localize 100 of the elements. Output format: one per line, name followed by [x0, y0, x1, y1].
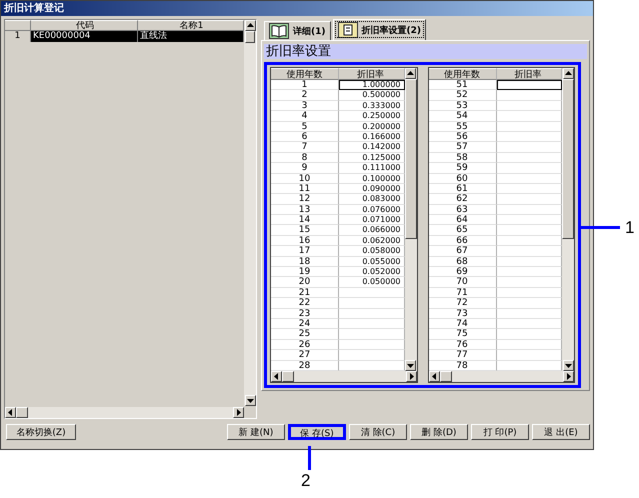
rate-cell[interactable]: 0.062000 — [339, 236, 404, 246]
rate-cell[interactable] — [339, 329, 404, 340]
rate-cell[interactable]: 0.066000 — [339, 225, 404, 236]
table-cell: 67 — [428, 246, 496, 257]
action-button[interactable]: 清 除(C) — [349, 424, 407, 440]
table-cell: 53 — [428, 100, 496, 112]
rate-cell[interactable]: 0.100000 — [339, 174, 404, 184]
rate-cell[interactable] — [496, 80, 562, 90]
rate-cell[interactable]: 0.052000 — [339, 267, 404, 278]
table-cell: 59 — [428, 163, 496, 174]
scrollbar-thumb[interactable] — [404, 79, 416, 239]
vertical-scrollbar[interactable] — [244, 20, 256, 406]
rate-cell[interactable]: 0.142000 — [339, 142, 404, 153]
table-cell: KE00000004 — [31, 31, 138, 42]
row-number: 1 — [5, 31, 31, 42]
table-cell: 25 — [271, 329, 339, 340]
table-cell: 75 — [428, 329, 496, 340]
table-cell: 56 — [428, 132, 496, 142]
rate-cell[interactable]: 0.333000 — [339, 100, 404, 112]
action-button[interactable]: 新 建(N) — [227, 424, 285, 440]
tab[interactable]: 详细(1) — [264, 21, 330, 40]
table-cell: 8 — [271, 152, 339, 164]
table-cell: 51 — [428, 80, 496, 90]
column-header[interactable]: 折旧率 — [496, 68, 562, 80]
table-cell: 24 — [271, 318, 339, 330]
section-heading: 折旧率设置 — [264, 44, 587, 59]
table-cell: 5 — [271, 122, 339, 132]
callout-number: 2 — [301, 471, 310, 491]
table-cell: 58 — [428, 152, 496, 164]
horizontal-scrollbar[interactable] — [428, 370, 574, 382]
table-cell: 12 — [271, 194, 339, 205]
column-header[interactable]: 名称1 — [138, 20, 244, 31]
table-cell: 16 — [271, 236, 339, 246]
rate-cell[interactable]: 0.500000 — [339, 90, 404, 101]
toggle-name-button[interactable]: 名称切换(Z) — [6, 424, 76, 440]
table-cell: 9 — [271, 163, 339, 174]
table-cell: 23 — [271, 308, 339, 319]
rate-cell[interactable]: 0.076000 — [339, 204, 404, 216]
vertical-scrollbar[interactable] — [404, 68, 416, 371]
table-cell: 14 — [271, 215, 339, 226]
rate-cell[interactable]: 0.050000 — [339, 277, 404, 288]
tab[interactable]: 折旧率设置(2) — [332, 19, 426, 40]
column-header[interactable]: 代码 — [31, 20, 138, 31]
scrollbar-thumb[interactable] — [245, 31, 255, 43]
horizontal-scrollbar[interactable] — [5, 407, 244, 418]
table-cell: 64 — [428, 215, 496, 226]
table-cell: 13 — [271, 204, 339, 216]
rate-cell[interactable]: 0.166000 — [339, 132, 404, 142]
scrollbar-thumb[interactable] — [562, 79, 574, 239]
horizontal-scrollbar[interactable] — [271, 370, 416, 382]
table-cell: 69 — [428, 267, 496, 278]
table-cell: 26 — [271, 340, 339, 350]
rate-cell[interactable]: 0.125000 — [339, 152, 404, 164]
table-cell: 54 — [428, 111, 496, 122]
table-cell: 4 — [271, 111, 339, 122]
table-cell: 18 — [271, 256, 339, 268]
scrollbar-thumb[interactable] — [282, 370, 294, 382]
rate-cell[interactable]: 0.090000 — [339, 184, 404, 194]
rate-cell[interactable]: 0.083000 — [339, 194, 404, 205]
rate-cell[interactable]: 0.111000 — [339, 163, 404, 174]
table-cell: 70 — [428, 277, 496, 288]
scrollbar-thumb[interactable] — [16, 407, 28, 418]
table-cell: 1 — [271, 80, 339, 90]
rate-cell[interactable] — [339, 298, 404, 309]
column-header[interactable]: 使用年数 — [271, 68, 339, 80]
action-button[interactable]: 删 除(D) — [410, 424, 468, 440]
rate-cell[interactable] — [339, 350, 404, 361]
rate-cell[interactable]: 0.071000 — [339, 215, 404, 226]
rate-cell[interactable] — [339, 340, 404, 350]
table-cell: 22 — [271, 298, 339, 309]
table-cell: 11 — [271, 184, 339, 194]
table-cell: 76 — [428, 340, 496, 350]
column-header[interactable]: 使用年数 — [428, 68, 496, 80]
table-cell: 65 — [428, 225, 496, 236]
rate-cell[interactable]: 0.250000 — [339, 111, 404, 122]
action-button[interactable]: 退 出(E) — [532, 424, 590, 440]
document-icon — [338, 22, 358, 38]
table-cell: 6 — [271, 132, 339, 142]
column-header[interactable]: 折旧率 — [339, 68, 404, 80]
rate-cell[interactable]: 1.000000 — [339, 80, 404, 90]
table-cell: 2 — [271, 90, 339, 101]
table-cell: 55 — [428, 122, 496, 132]
table-cell: 7 — [271, 142, 339, 153]
table-cell: 19 — [271, 267, 339, 278]
rate-cell[interactable]: 0.058000 — [339, 246, 404, 257]
rate-cell[interactable]: 0.200000 — [339, 122, 404, 132]
table-cell: 63 — [428, 204, 496, 216]
rate-cell[interactable]: 0.055000 — [339, 256, 404, 268]
table-cell: 15 — [271, 225, 339, 236]
table-cell: 20 — [271, 277, 339, 288]
vertical-scrollbar[interactable] — [562, 68, 574, 371]
table-cell: 61 — [428, 184, 496, 194]
rate-cell[interactable] — [339, 308, 404, 319]
action-button[interactable]: 保 存(S) — [288, 424, 346, 440]
table-cell: 3 — [271, 100, 339, 112]
leader-line — [308, 446, 311, 470]
action-button[interactable]: 打 印(P) — [471, 424, 529, 440]
rate-cell[interactable] — [339, 318, 404, 330]
rate-cell[interactable] — [339, 288, 404, 298]
table-cell: 74 — [428, 318, 496, 330]
